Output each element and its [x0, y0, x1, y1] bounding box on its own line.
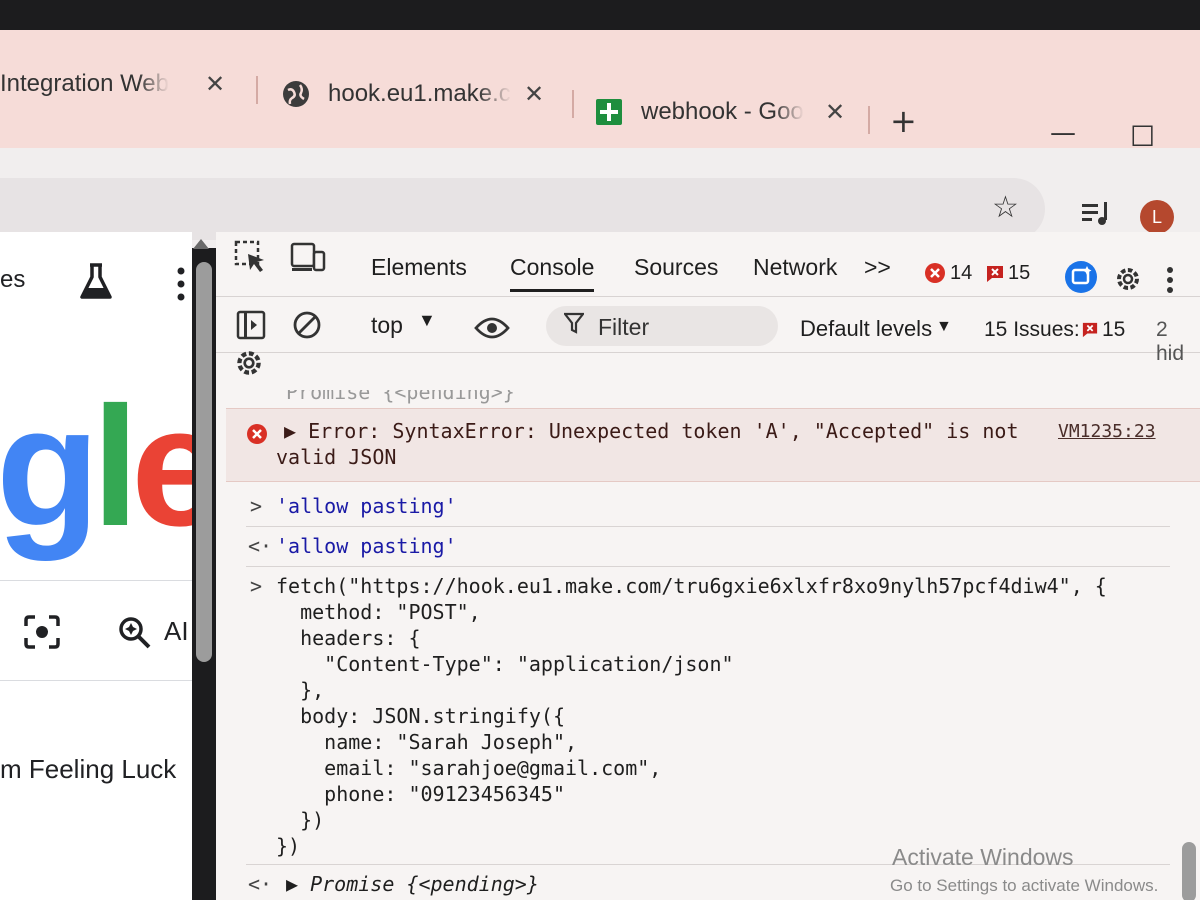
tab-console[interactable]: Console	[510, 254, 595, 292]
google-page: es gle AI m Feeling Luck	[0, 232, 192, 900]
code-line: headers: {	[276, 626, 421, 650]
warning-count-icon[interactable]	[986, 265, 1004, 283]
tab-integration[interactable]: Integration Web ✕	[0, 54, 250, 114]
media-controls-icon[interactable]	[1082, 202, 1112, 226]
error-count[interactable]: 14	[950, 262, 972, 285]
error-message-cont: valid JSON	[276, 445, 397, 469]
code-line: name: "Sarah Joseph",	[276, 730, 578, 754]
code-line: phone: "09123456345"	[276, 782, 565, 806]
settings-gear-icon[interactable]	[1114, 265, 1142, 293]
tab-title: Integration Web	[0, 70, 169, 97]
address-bar[interactable]	[0, 178, 1045, 240]
warning-count[interactable]: 15	[1008, 262, 1030, 285]
new-tab-button[interactable]: +	[890, 102, 917, 140]
error-icon	[247, 424, 267, 444]
sidebar-toggle-icon[interactable]	[236, 310, 266, 340]
issue-flag-icon	[1082, 322, 1098, 338]
input-prompt-icon: >	[250, 574, 263, 598]
issues-count[interactable]: 15	[1102, 318, 1125, 342]
console-error-row[interactable]: ▶ Error: SyntaxError: Unexpected token '…	[226, 408, 1200, 482]
tab-divider	[868, 106, 870, 134]
ai-mode-label[interactable]: AI	[164, 616, 189, 647]
context-selector[interactable]: top	[371, 312, 403, 339]
input-prompt-icon: >	[250, 494, 263, 518]
tab-title: webhook - Goo	[641, 98, 804, 125]
output-arrow-icon: <·	[248, 872, 273, 896]
tab-hook[interactable]: hook.eu1.make.c ✕	[282, 64, 562, 124]
tab-network[interactable]: Network	[753, 254, 837, 281]
ai-assistant-icon[interactable]	[1064, 260, 1098, 294]
bookmark-star-icon[interactable]: ☆	[992, 190, 1019, 225]
close-icon[interactable]: ✕	[524, 80, 544, 109]
code-line: method: "POST",	[276, 600, 481, 624]
promise-result[interactable]: ▶ Promise {<pending>}	[286, 872, 539, 896]
error-message[interactable]: ▶ Error: SyntaxError: Unexpected token '…	[284, 419, 1019, 443]
search-box-edge	[0, 680, 192, 681]
camera-lens-icon[interactable]	[22, 614, 62, 650]
close-icon[interactable]: ✕	[825, 98, 845, 127]
console-settings-row	[216, 351, 1200, 388]
search-box-edge	[0, 580, 192, 581]
console-scrollbar[interactable]	[1182, 842, 1196, 900]
page-scrollbar[interactable]	[196, 262, 212, 662]
issues-label[interactable]: 15 Issues:	[984, 318, 1080, 342]
devtools-panel: Elements Console Sources Network >> 14 1…	[216, 232, 1200, 900]
console-input: 'allow pasting'	[276, 494, 457, 518]
labs-flask-icon[interactable]	[78, 262, 114, 302]
ai-mode-icon[interactable]	[118, 616, 152, 650]
filter-input[interactable]: Filter	[546, 306, 778, 346]
inspect-element-icon[interactable]	[234, 240, 268, 274]
filter-placeholder: Filter	[598, 314, 650, 340]
kebab-menu-icon[interactable]	[1166, 266, 1174, 294]
console-settings-gear-icon[interactable]	[234, 348, 264, 378]
feeling-lucky-button[interactable]: m Feeling Luck	[0, 754, 176, 785]
code-line: })	[276, 808, 325, 832]
console-output: Promise {<pending>} ▶ Error: SyntaxError…	[216, 388, 1200, 900]
console-output-value: 'allow pasting'	[276, 534, 457, 558]
screen: Integration Web ✕ hook.eu1.make.c ✕ webh…	[0, 0, 1200, 900]
tab-divider	[256, 76, 258, 104]
tab-webhook[interactable]: webhook - Goo ✕	[595, 82, 860, 142]
console-toolbar: top ▼ Filter Default levels ▼ 15 Issues:…	[216, 296, 1200, 365]
code-line: fetch("https://hook.eu1.make.com/tru6gxi…	[276, 574, 1107, 598]
output-arrow-icon: <·	[248, 534, 273, 558]
code-line: "Content-Type": "application/json"	[276, 652, 734, 676]
minimize-button[interactable]: —	[1050, 118, 1076, 148]
error-source-link[interactable]: VM1235:23	[1058, 421, 1156, 442]
tab-elements[interactable]: Elements	[371, 254, 467, 281]
close-icon[interactable]: ✕	[205, 70, 225, 99]
tab-divider	[572, 90, 574, 118]
console-divider	[246, 566, 1170, 567]
clear-console-icon[interactable]	[292, 310, 322, 340]
activation-watermark-title: Activate Windows	[892, 844, 1074, 870]
globe-icon	[283, 81, 309, 107]
logo-letter: e	[131, 372, 192, 562]
tab-strip: Integration Web ✕ hook.eu1.make.c ✕ webh…	[0, 30, 1200, 153]
activation-watermark-subtitle: Go to Settings to activate Windows.	[890, 876, 1159, 895]
profile-avatar[interactable]: L	[1140, 200, 1174, 234]
logo-letter: l	[91, 372, 139, 562]
chevron-down-icon[interactable]: ▼	[936, 318, 952, 336]
logo-letter: g	[0, 372, 100, 562]
code-line: email: "sarahjoe@gmail.com",	[276, 756, 662, 780]
apps-menu-icon[interactable]	[176, 266, 186, 302]
chevron-down-icon[interactable]: ▼	[418, 310, 436, 331]
sheets-icon	[596, 99, 622, 125]
device-toolbar-icon[interactable]	[290, 242, 326, 274]
fetch-code-block: fetch("https://hook.eu1.make.com/tru6gxi…	[276, 574, 1107, 860]
more-tabs-button[interactable]: >>	[864, 254, 891, 281]
page-link-text[interactable]: es	[0, 266, 25, 294]
tab-title: hook.eu1.make.c	[328, 80, 511, 107]
devtools-tab-bar: Elements Console Sources Network >> 14 1…	[216, 232, 1200, 297]
log-levels-dropdown[interactable]: Default levels	[800, 316, 932, 342]
tab-sources[interactable]: Sources	[634, 254, 718, 281]
scroll-up-arrow-icon[interactable]	[192, 236, 210, 250]
google-logo: gle	[0, 382, 192, 552]
error-count-icon[interactable]	[924, 262, 946, 284]
code-line: body: JSON.stringify({	[276, 704, 565, 728]
live-expression-eye-icon[interactable]	[474, 316, 510, 340]
console-divider	[246, 526, 1170, 527]
filter-funnel-icon	[562, 312, 586, 340]
code-line: },	[276, 678, 325, 702]
